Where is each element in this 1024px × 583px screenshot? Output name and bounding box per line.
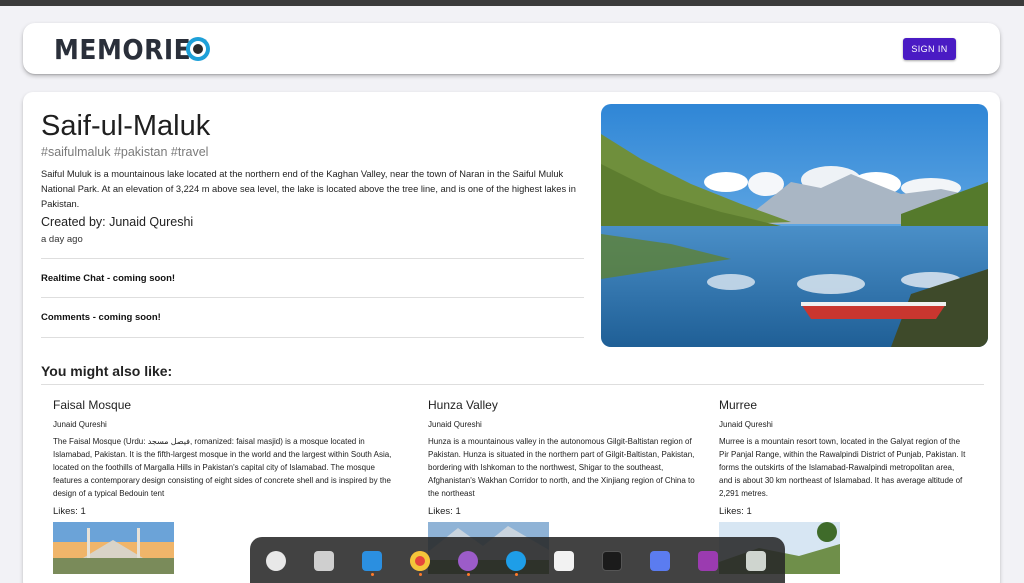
text-editor-icon[interactable] <box>554 551 574 571</box>
recommendation-likes: Likes: 1 <box>428 506 461 517</box>
post-timestamp: a day ago <box>41 234 83 245</box>
window-top-strip <box>0 0 1024 6</box>
recommendation-author: Junaid Qureshi <box>428 420 482 429</box>
running-indicator <box>467 573 470 576</box>
taskbar-dock <box>250 537 785 583</box>
chrome-icon[interactable] <box>410 551 430 571</box>
divider <box>41 384 984 385</box>
recommendation-title[interactable]: Murree <box>719 398 969 412</box>
sign-in-button[interactable]: SIGN IN <box>903 38 956 60</box>
running-indicator <box>515 573 518 576</box>
recommendation-description: The Faisal Mosque (Urdu: فیصل مسجد, roma… <box>53 437 392 498</box>
post-creator: Created by: Junaid Qureshi <box>41 215 194 229</box>
recommendation-card[interactable]: Hunza Valley Junaid Qureshi Hunza is a m… <box>428 398 698 574</box>
recommendation-image-faisal-mosque <box>53 522 174 574</box>
recommendation-title[interactable]: Hunza Valley <box>428 398 698 412</box>
media-icon[interactable] <box>698 551 718 571</box>
running-indicator <box>371 573 374 576</box>
recommendation-title[interactable]: Faisal Mosque <box>53 398 393 412</box>
divider <box>41 297 584 298</box>
skype-icon[interactable] <box>506 551 526 571</box>
running-indicator <box>419 573 422 576</box>
app-bar: MEMORIES SIGN IN <box>23 23 1000 74</box>
camera-lens-icon <box>186 37 210 61</box>
post-title: Saif-ul-Maluk <box>41 110 211 142</box>
post-tags: #saifulmaluk #pakistan #travel <box>41 145 209 159</box>
divider <box>41 337 584 338</box>
recommendation-description: Murree is a mountain resort town, locate… <box>719 437 966 498</box>
recommendation-likes: Likes: 1 <box>53 506 86 517</box>
screenshot-icon[interactable] <box>650 551 670 571</box>
recommendation-card[interactable]: Murree Junaid Qureshi Murree is a mounta… <box>719 398 969 574</box>
recommendation-card[interactable]: Faisal Mosque Junaid Qureshi The Faisal … <box>53 398 393 574</box>
files-icon[interactable] <box>314 551 334 571</box>
realtime-chat-label: Realtime Chat - coming soon! <box>41 273 176 284</box>
trash-icon[interactable] <box>746 551 766 571</box>
comments-label: Comments - coming soon! <box>41 312 161 323</box>
terminal-icon[interactable] <box>602 551 622 571</box>
vscode-icon[interactable] <box>362 551 382 571</box>
app-grid-icon[interactable] <box>266 551 286 571</box>
post-image-saif-ul-maluk <box>601 104 988 347</box>
github-desktop-icon[interactable] <box>458 551 478 571</box>
recommendation-author: Junaid Qureshi <box>719 420 773 429</box>
recommendation-likes: Likes: 1 <box>719 506 752 517</box>
you-might-also-like-heading: You might also like: <box>41 363 173 379</box>
post-details-card: Saif-ul-Maluk #saifulmaluk #pakistan #tr… <box>23 92 1000 583</box>
post-description: Saiful Muluk is a mountainous lake locat… <box>41 169 576 209</box>
recommendation-description: Hunza is a mountainous valley in the aut… <box>428 437 695 498</box>
divider <box>41 258 584 259</box>
recommendation-author: Junaid Qureshi <box>53 420 107 429</box>
